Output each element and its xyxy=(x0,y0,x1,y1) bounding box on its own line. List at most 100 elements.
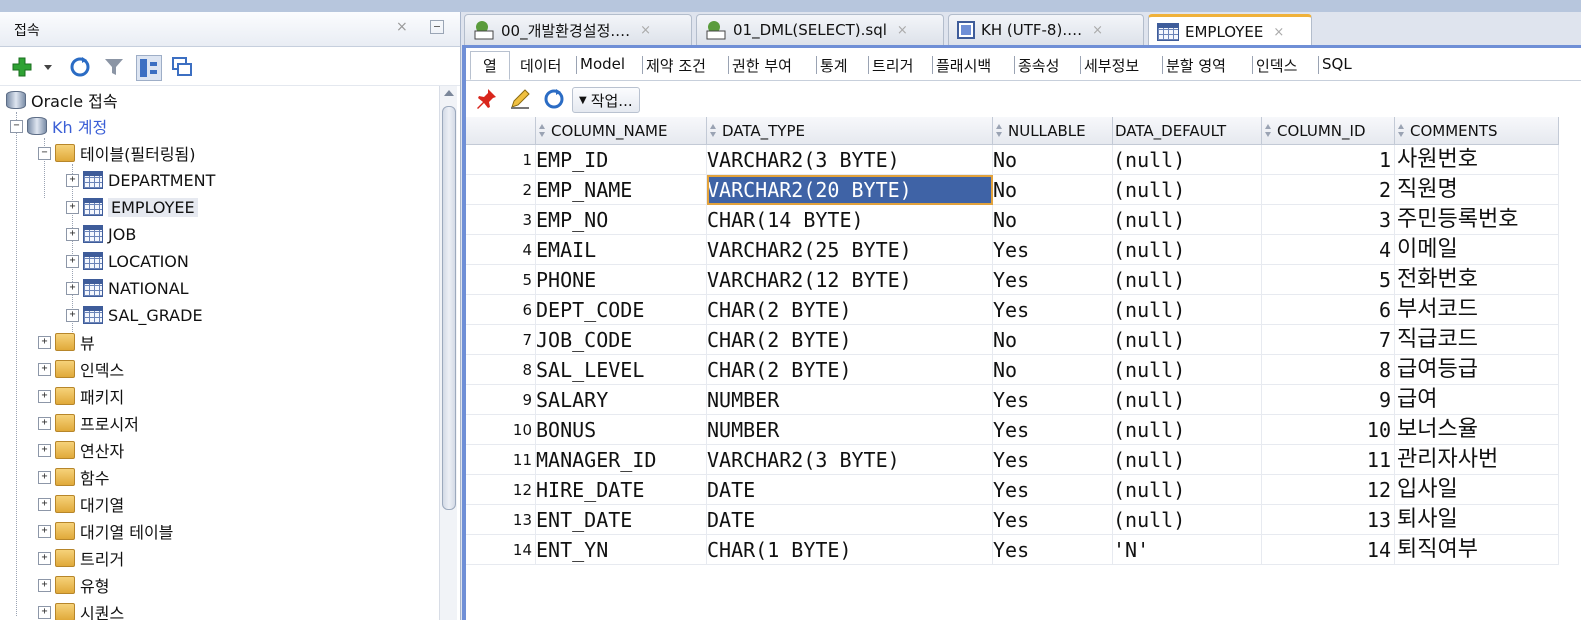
subtab-model[interactable]: Model xyxy=(580,55,625,73)
expand-icon[interactable]: + xyxy=(38,524,51,538)
cell-nullable[interactable]: Yes xyxy=(993,535,1113,565)
cell-column-id[interactable]: 3 xyxy=(1262,205,1395,235)
expand-icon[interactable]: + xyxy=(38,416,51,430)
cell-nullable[interactable]: No xyxy=(993,175,1113,205)
cell-data-type[interactable]: CHAR(2 BYTE) xyxy=(707,295,993,325)
cell-data-type[interactable]: CHAR(2 BYTE) xyxy=(707,325,993,355)
schema-browser-icon[interactable] xyxy=(136,55,162,81)
row-number[interactable]: 6 xyxy=(466,295,536,325)
tree-node-table-department[interactable]: + DEPARTMENT xyxy=(66,168,215,192)
panel-minimize-icon[interactable] xyxy=(430,20,444,34)
cell-column-name[interactable]: MANAGER_ID xyxy=(536,445,707,475)
cell-column-id[interactable]: 12 xyxy=(1262,475,1395,505)
cell-data-type[interactable]: VARCHAR2(3 BYTE) xyxy=(707,145,993,175)
cell-column-name[interactable]: BONUS xyxy=(536,415,707,445)
cell-column-name[interactable]: EMP_NO xyxy=(536,205,707,235)
row-number[interactable]: 11 xyxy=(466,445,536,475)
cell-data-type[interactable]: VARCHAR2(20 BYTE) xyxy=(707,175,993,205)
cell-nullable[interactable]: Yes xyxy=(993,475,1113,505)
cell-comments[interactable]: 퇴직여부 xyxy=(1395,535,1559,565)
expand-icon[interactable]: + xyxy=(66,308,79,322)
subtab-constraints[interactable]: 제약 조건 xyxy=(646,55,706,76)
table-row[interactable]: 10 BONUS NUMBER Yes (null) 10 보너스율 xyxy=(466,415,1559,445)
subtab-triggers[interactable]: 트리거 xyxy=(872,55,913,76)
cell-data-default[interactable]: (null) xyxy=(1113,325,1262,355)
row-number[interactable]: 10 xyxy=(466,415,536,445)
cell-column-name[interactable]: EMP_NAME xyxy=(536,175,707,205)
cell-data-default[interactable]: (null) xyxy=(1113,235,1262,265)
subtab-indexes[interactable]: 인덱스 xyxy=(1256,55,1297,76)
panel-close-icon[interactable]: × xyxy=(396,19,408,35)
close-tab-icon[interactable]: × xyxy=(640,23,651,38)
cell-data-default[interactable]: (null) xyxy=(1113,145,1262,175)
cell-column-name[interactable]: SALARY xyxy=(536,385,707,415)
cell-comments[interactable]: 직급코드 xyxy=(1395,325,1559,355)
cell-comments[interactable]: 주민등록번호 xyxy=(1395,205,1559,235)
cell-column-id[interactable]: 2 xyxy=(1262,175,1395,205)
cell-column-id[interactable]: 14 xyxy=(1262,535,1395,565)
cell-data-type[interactable]: CHAR(14 BYTE) xyxy=(707,205,993,235)
cell-data-default[interactable]: (null) xyxy=(1113,445,1262,475)
close-tab-icon[interactable]: × xyxy=(1273,25,1284,40)
cell-data-type[interactable]: NUMBER xyxy=(707,415,993,445)
cell-comments[interactable]: 사원번호 xyxy=(1395,145,1559,175)
tree-node-queues[interactable]: + 대기열 xyxy=(38,492,124,516)
column-header-data-default[interactable]: DATA_DEFAULT xyxy=(1113,117,1262,145)
refresh-icon[interactable] xyxy=(68,55,92,79)
cell-column-name[interactable]: EMAIL xyxy=(536,235,707,265)
cell-data-type[interactable]: VARCHAR2(12 BYTE) xyxy=(707,265,993,295)
tree-node-indexes[interactable]: + 인덱스 xyxy=(38,357,124,381)
expand-icon[interactable]: + xyxy=(38,335,51,349)
tree-node-queue-tables[interactable]: + 대기열 테이블 xyxy=(38,519,173,543)
tree-node-procedures[interactable]: + 프로시저 xyxy=(38,411,139,435)
cell-comments[interactable]: 이메일 xyxy=(1395,235,1559,265)
cell-data-type[interactable]: VARCHAR2(25 BYTE) xyxy=(707,235,993,265)
cell-nullable[interactable]: Yes xyxy=(993,295,1113,325)
subtab-details[interactable]: 세부정보 xyxy=(1084,55,1139,76)
cell-nullable[interactable]: No xyxy=(993,145,1113,175)
scrollbar-thumb[interactable] xyxy=(442,106,456,510)
cell-comments[interactable]: 급여등급 xyxy=(1395,355,1559,385)
cell-comments[interactable]: 급여 xyxy=(1395,385,1559,415)
filter-icon[interactable] xyxy=(102,55,126,79)
cell-column-name[interactable]: HIRE_DATE xyxy=(536,475,707,505)
table-row[interactable]: 5 PHONE VARCHAR2(12 BYTE) Yes (null) 5 전화번호 xyxy=(466,265,1559,295)
cell-data-default[interactable]: (null) xyxy=(1113,415,1262,445)
expand-icon[interactable]: + xyxy=(66,200,79,214)
column-header-comments[interactable]: COMMENTS xyxy=(1395,117,1559,145)
cell-column-name[interactable]: PHONE xyxy=(536,265,707,295)
cell-data-type[interactable]: NUMBER xyxy=(707,385,993,415)
expand-icon[interactable]: + xyxy=(38,362,51,376)
expand-icon[interactable]: + xyxy=(66,254,79,268)
cell-nullable[interactable]: No xyxy=(993,325,1113,355)
row-number[interactable]: 12 xyxy=(466,475,536,505)
cell-column-id[interactable]: 1 xyxy=(1262,145,1395,175)
table-row[interactable]: 9 SALARY NUMBER Yes (null) 9 급여 xyxy=(466,385,1559,415)
cell-column-name[interactable]: EMP_ID xyxy=(536,145,707,175)
tree-node-views[interactable]: + 뷰 xyxy=(38,330,95,354)
tree-node-triggers[interactable]: + 트리거 xyxy=(38,546,124,570)
cell-data-default[interactable]: (null) xyxy=(1113,175,1262,205)
close-tab-icon[interactable]: × xyxy=(1092,23,1103,38)
table-row[interactable]: 12 HIRE_DATE DATE Yes (null) 12 입사일 xyxy=(466,475,1559,505)
tree-node-sequences[interactable]: + 시퀀스 xyxy=(38,600,124,620)
tree-node-functions[interactable]: + 함수 xyxy=(38,465,109,489)
chevron-down-icon[interactable] xyxy=(42,55,54,79)
tab-kh-worksheet[interactable]: KH (UTF-8).… × xyxy=(948,14,1144,45)
tree-node-packages[interactable]: + 패키지 xyxy=(38,384,124,408)
column-header-column-id[interactable]: COLUMN_ID xyxy=(1262,117,1395,145)
row-number[interactable]: 9 xyxy=(466,385,536,415)
cell-column-name[interactable]: ENT_DATE xyxy=(536,505,707,535)
table-row[interactable]: 3 EMP_NO CHAR(14 BYTE) No (null) 3 주민등록번호 xyxy=(466,205,1559,235)
collapse-icon[interactable]: − xyxy=(38,146,51,160)
cell-data-default[interactable]: (null) xyxy=(1113,295,1262,325)
subtab-grants[interactable]: 권한 부여 xyxy=(732,55,792,76)
table-row[interactable]: 14 ENT_YN CHAR(1 BYTE) Yes 'N' 14 퇴직여부 xyxy=(466,535,1559,565)
cell-comments[interactable]: 부서코드 xyxy=(1395,295,1559,325)
row-number[interactable]: 14 xyxy=(466,535,536,565)
cell-comments[interactable]: 전화번호 xyxy=(1395,265,1559,295)
expand-icon[interactable]: + xyxy=(38,497,51,511)
cell-data-default[interactable]: (null) xyxy=(1113,355,1262,385)
cell-nullable[interactable]: Yes xyxy=(993,445,1113,475)
tree-scrollbar[interactable] xyxy=(439,86,457,620)
